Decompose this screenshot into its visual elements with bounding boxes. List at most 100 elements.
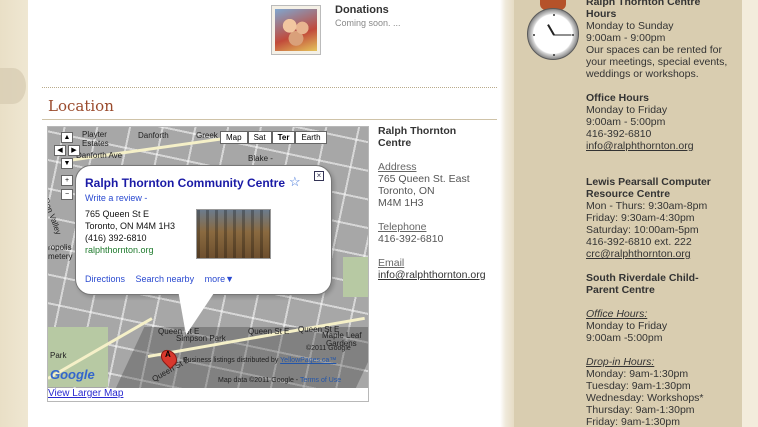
info-address-line2: Toronto, ON M4M 1H3 (85, 221, 176, 231)
decorative-blot (0, 68, 26, 104)
office-hours-title: Office Hours (586, 92, 650, 104)
donations-subtitle: Coming soon. ... (335, 18, 401, 28)
clock-icon (527, 8, 579, 60)
map-type-sat-button[interactable]: Sat (247, 131, 272, 144)
office-phone: 416-392-6810 (586, 128, 652, 140)
clock-tick (572, 34, 574, 36)
info-website-link[interactable]: ralphthornton.org (85, 245, 154, 255)
parent-centre-title: South Riverdale Child- (586, 272, 699, 284)
info-phone: (416) 392-6810 (85, 233, 147, 243)
contact-org-name-2: Centre (378, 137, 412, 149)
map-label: Greek (196, 131, 218, 140)
centre-days: Monday to Sunday (586, 20, 674, 32)
parent-office-days: Monday to Friday (586, 320, 668, 332)
location-bottom-rule (42, 119, 497, 120)
address-line2: Toronto, ON (378, 185, 435, 197)
yellowpages-link[interactable]: YellowPages.ca™ (280, 357, 336, 364)
computer-centre-hours-2: Friday: 9:30am-4:30pm (586, 212, 695, 224)
info-address-line1: 765 Queen St E (85, 209, 150, 219)
parent-office-time: 9:00am -5:00pm (586, 332, 663, 344)
pan-up-icon[interactable]: ▲ (61, 132, 73, 143)
park-area (343, 257, 368, 297)
map-label: Blake - (248, 154, 273, 163)
centre-hours-title-2: Hours (586, 8, 617, 20)
telephone-value: 416-392-6810 (378, 233, 444, 245)
map-type-earth-button[interactable]: Earth (295, 131, 327, 144)
children-photo (275, 9, 317, 51)
contact-org-name: Ralph Thornton (378, 125, 457, 137)
map-label: Playter (82, 130, 107, 139)
map-copyright: ©2011 Google (306, 345, 351, 352)
parent-office-label: Office Hours: (586, 308, 648, 320)
info-window-links: Directions Search nearby more▼ (85, 274, 242, 284)
write-review-link[interactable]: Write a review - (85, 193, 147, 203)
business-credit: Business listings distributed by YellowP… (183, 357, 336, 364)
dropin-friday: Friday: 9am-1:30pm (586, 416, 680, 427)
terms-of-use-link[interactable]: Terms of Use (300, 377, 341, 384)
clock-tick (553, 54, 555, 56)
map-type-ter-button[interactable]: Ter (271, 131, 296, 144)
pan-right-icon[interactable]: ▶ (68, 145, 80, 156)
office-email-link[interactable]: info@ralphthornton.org (586, 140, 694, 152)
clock-tick (533, 34, 535, 36)
view-larger-map-link[interactable]: View Larger Map (48, 388, 123, 399)
dropin-tuesday: Tuesday: 9am-1:30pm (586, 380, 691, 392)
search-nearby-link[interactable]: Search nearby (136, 274, 195, 284)
building-photo[interactable] (196, 209, 271, 259)
email-label: Email (378, 257, 405, 269)
clock-minute-hand (553, 34, 572, 36)
star-icon[interactable]: ☆ (289, 174, 301, 190)
computer-centre-email-link[interactable]: crc@ralphthornton.org (586, 248, 691, 260)
map-type-controls: Map Sat Ter Earth (220, 131, 327, 144)
rent-line-3: weddings or workshops. (586, 68, 699, 80)
directions-link[interactable]: Directions (85, 274, 125, 284)
dropin-thursday: Thursday: 9am-1:30pm (586, 404, 695, 416)
donations-thumbnail[interactable] (271, 5, 321, 55)
business-credit-text: Business listings distributed by (183, 357, 279, 364)
map-label: Estates (82, 139, 109, 148)
more-link[interactable]: more▼ (205, 274, 234, 284)
map-label: metery (48, 252, 73, 261)
marker-letter: A (165, 350, 171, 359)
left-decoration (0, 0, 28, 427)
map-label: Queen St E (248, 327, 290, 336)
computer-centre-title: Lewis Pearsall Computer (586, 176, 711, 188)
email-link[interactable]: info@ralphthornton.org (378, 269, 486, 281)
telephone-label: Telephone (378, 221, 427, 233)
address-line3: M4M 1H3 (378, 197, 424, 209)
computer-centre-hours-1: Mon - Thurs: 9:30am-8pm (586, 200, 708, 212)
column-divider (500, 0, 514, 427)
address-line1: 765 Queen St. East (378, 173, 470, 185)
close-icon[interactable]: × (314, 171, 324, 181)
computer-centre-title-2: Resource Centre (586, 188, 671, 200)
rent-line-1: Our spaces can be rented for (586, 44, 722, 56)
location-top-rule (42, 87, 497, 88)
zoom-in-icon[interactable]: + (61, 175, 73, 186)
map-data-text: Map data ©2011 Google - (218, 377, 299, 384)
map-data-credit: Map data ©2011 Google - Terms of Use (218, 377, 341, 384)
address-label: Address (378, 161, 417, 173)
computer-centre-hours-3: Saturday: 10:00am-5pm (586, 224, 699, 236)
info-window-title[interactable]: Ralph Thornton Community Centre (85, 176, 285, 190)
centre-hours-title: Ralph Thornton Centre (586, 0, 701, 8)
map-type-map-button[interactable]: Map (220, 131, 248, 144)
pan-down-icon[interactable]: ▼ (61, 158, 73, 169)
zoom-out-icon[interactable]: − (61, 189, 73, 200)
office-time: 9:00am - 5:00pm (586, 116, 666, 128)
map-label: Danforth (138, 131, 169, 140)
google-logo[interactable]: Google (50, 367, 95, 382)
donations-title[interactable]: Donations (335, 4, 389, 16)
location-heading: Location (48, 97, 114, 115)
pan-left-icon[interactable]: ◀ (54, 145, 66, 156)
parent-centre-title-2: Parent Centre (586, 284, 655, 296)
dropin-wednesday: Wednesday: Workshops* (586, 392, 704, 404)
map-label: Danforth Ave (76, 151, 123, 160)
dropin-monday: Monday: 9am-1:30pm (586, 368, 689, 380)
rent-line-2: your meetings, special events, (586, 56, 728, 68)
clock-tick (553, 14, 555, 16)
right-margin (742, 0, 758, 427)
info-window-tail (178, 290, 216, 335)
computer-centre-phone: 416-392-6810 ext. 222 (586, 236, 692, 248)
office-days: Monday to Friday (586, 104, 668, 116)
map-label: Park (50, 351, 67, 360)
